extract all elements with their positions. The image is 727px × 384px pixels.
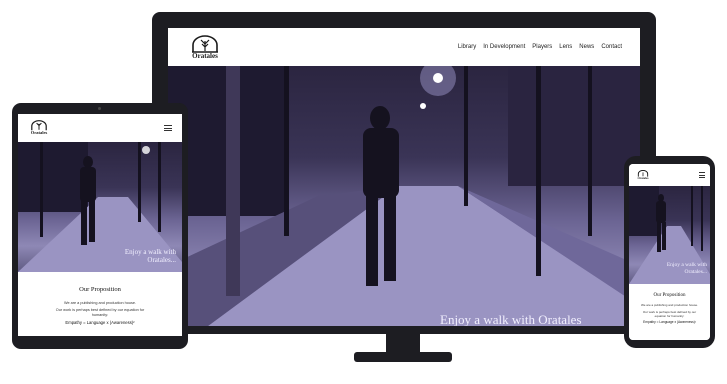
- tablet-site-header: Oratales: [18, 114, 182, 142]
- hamburger-icon[interactable]: [164, 125, 172, 131]
- night-path-scene: [168, 66, 640, 326]
- hamburger-icon[interactable]: [699, 172, 705, 178]
- phone-proposition: Our Proposition We are a publishing and …: [629, 284, 710, 340]
- main-nav: Library In Development Players Lens News…: [458, 44, 622, 50]
- phone-proposition-equation: Empathy = Language x (Awareness)²: [643, 320, 696, 325]
- tablet-hero-caption: Enjoy a walk with Oratales...: [124, 248, 176, 265]
- tablet-brand-name: Oratales: [30, 130, 48, 136]
- phone-proposition-text1: We are a publishing and production house…: [641, 303, 698, 307]
- tablet-proposition-text2: Our work is perhaps best defined by our …: [55, 308, 145, 317]
- tablet-device: Oratales Enjoy a walk with Oratales... O…: [12, 103, 188, 349]
- desktop-screen: Oratales Library In Development Players …: [168, 28, 640, 326]
- tablet-camera: [98, 107, 101, 110]
- phone-site-header: Oratales: [629, 164, 710, 186]
- desktop-logo[interactable]: Oratales: [190, 34, 220, 60]
- tablet-proposition-title: Our Proposition: [79, 286, 121, 293]
- phone-proposition-title: Our Proposition: [653, 293, 686, 298]
- oak-leaf-arch-logo-icon: [192, 34, 218, 53]
- tablet-proposition: Our Proposition We are a publishing and …: [18, 272, 182, 336]
- nav-in-development[interactable]: In Development: [483, 44, 525, 50]
- phone-proposition-text2: Our work is perhaps best defined by our …: [642, 309, 697, 318]
- monitor-stand-base: [354, 352, 452, 362]
- nav-library[interactable]: Library: [458, 44, 476, 50]
- monitor-stand-neck: [386, 334, 420, 354]
- nav-lens[interactable]: Lens: [559, 44, 572, 50]
- tablet-hero-image: Enjoy a walk with Oratales...: [18, 142, 182, 272]
- tablet-logo[interactable]: Oratales: [30, 120, 48, 136]
- nav-players[interactable]: Players: [532, 44, 552, 50]
- phone-brand-name: Oratales: [637, 176, 649, 180]
- phone-hero-caption: Enjoy a walk with Oratales...: [666, 262, 707, 275]
- phone-logo[interactable]: Oratales: [637, 170, 649, 180]
- nav-contact[interactable]: Contact: [601, 44, 622, 50]
- phone-screen: Oratales Enjoy a walk with Oratales... O…: [629, 164, 710, 340]
- tablet-proposition-text1: We are a publishing and production house…: [63, 301, 137, 305]
- desktop-site-header: Oratales Library In Development Players …: [168, 28, 640, 66]
- phone-device: Oratales Enjoy a walk with Oratales... O…: [624, 156, 715, 348]
- nav-news[interactable]: News: [579, 44, 594, 50]
- tablet-proposition-equation: Empathy = Language x (Awareness)²: [65, 320, 135, 326]
- desktop-hero-caption: Enjoy a walk with Oratales: [440, 312, 582, 326]
- desktop-monitor: Oratales Library In Development Players …: [152, 12, 656, 334]
- tablet-screen: Oratales Enjoy a walk with Oratales... O…: [18, 114, 182, 336]
- phone-hero-image: Enjoy a walk with Oratales...: [629, 186, 710, 284]
- brand-name: Oratales: [192, 51, 218, 60]
- desktop-hero-image: Enjoy a walk with Oratales: [168, 66, 640, 326]
